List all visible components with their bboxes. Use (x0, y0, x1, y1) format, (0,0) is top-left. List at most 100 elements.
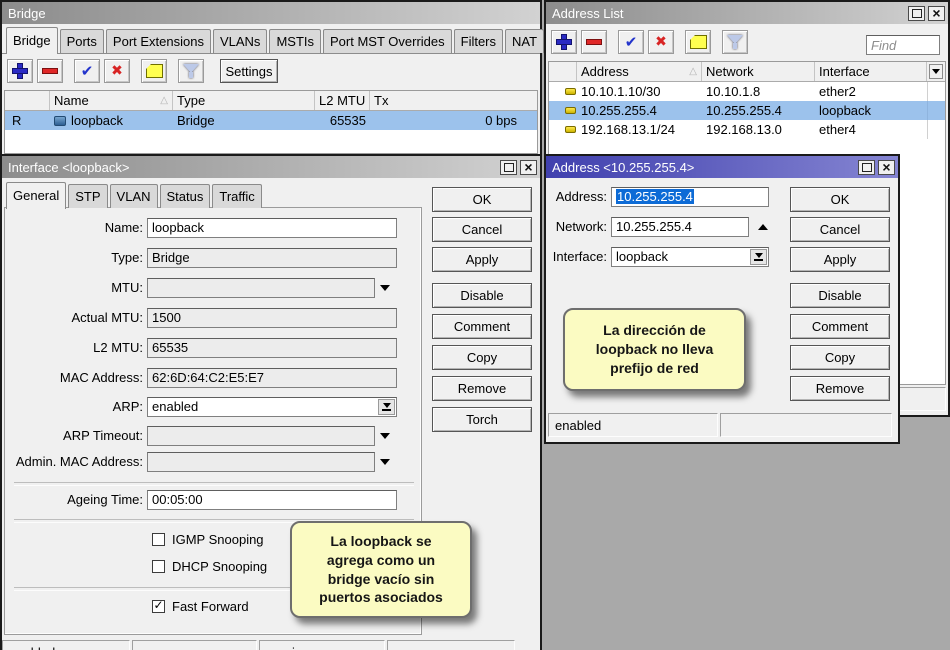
column-tx[interactable]: Tx (370, 91, 537, 110)
remove-button[interactable] (581, 30, 607, 54)
enable-button[interactable]: ✔ (618, 30, 644, 54)
column-address[interactable]: Address△ (577, 62, 702, 81)
cancel-button[interactable]: Cancel (432, 217, 532, 242)
filter-button[interactable] (722, 30, 748, 54)
filter-icon (727, 35, 743, 49)
tab-bridge[interactable]: Bridge (6, 27, 58, 54)
column-dropdown-button[interactable] (929, 64, 943, 79)
tab-port-extensions[interactable]: Port Extensions (106, 29, 211, 53)
column-interface[interactable]: Interface (815, 62, 927, 81)
comment-button[interactable]: Comment (432, 314, 532, 339)
column-type[interactable]: Type (173, 91, 315, 110)
add-button[interactable] (7, 59, 33, 83)
address-list-titlebar[interactable]: Address List × (546, 2, 948, 24)
row-l2mtu: 65535 (315, 111, 370, 130)
address-dialog-titlebar[interactable]: Address <10.255.255.4> × (546, 156, 898, 178)
interface-dialog-titlebar[interactable]: Interface <loopback> × (2, 156, 540, 178)
disable-button[interactable]: Disable (790, 283, 890, 308)
network-field[interactable]: 10.255.255.4 (611, 217, 749, 237)
comment-button[interactable] (141, 59, 167, 83)
copy-button[interactable]: Copy (432, 345, 532, 370)
maximize-icon (912, 9, 922, 18)
maximize-button[interactable] (500, 160, 517, 175)
comment-button[interactable]: Comment (790, 314, 890, 339)
bridge-window-titlebar[interactable]: Bridge (2, 2, 540, 24)
sort-asc-icon: △ (689, 66, 697, 77)
torch-button[interactable]: Torch (432, 407, 532, 432)
status-segment: enabled (2, 640, 130, 650)
disable-button[interactable]: Disable (432, 283, 532, 308)
table-row[interactable]: 10.10.1.10/30 10.10.1.8 ether2 (549, 82, 945, 101)
tab-nat[interactable]: NAT (505, 29, 544, 53)
close-icon: × (932, 6, 940, 20)
row-type: Bridge (173, 111, 315, 130)
row-tx: 0 bps (370, 111, 537, 130)
comment-button[interactable] (685, 30, 711, 54)
column-flags[interactable] (549, 62, 577, 81)
column-name[interactable]: Name△ (50, 91, 173, 110)
disable-button[interactable]: ✖ (648, 30, 674, 54)
row-network: 10.255.255.4 (702, 101, 815, 120)
interface-tab-bar: General STP VLAN Status Traffic (2, 178, 540, 208)
tab-filters[interactable]: Filters (454, 29, 503, 53)
column-flags[interactable] (5, 91, 50, 110)
maximize-button[interactable] (858, 160, 875, 175)
row-flags (549, 101, 577, 120)
column-label: Name (54, 93, 89, 108)
table-row[interactable]: 192.168.13.1/24 192.168.13.0 ether4 (549, 120, 945, 139)
tab-mstis[interactable]: MSTIs (269, 29, 321, 53)
settings-button[interactable]: Settings (220, 59, 278, 83)
add-icon (557, 35, 571, 49)
tab-ports[interactable]: Ports (60, 29, 104, 53)
add-button[interactable] (551, 30, 577, 54)
row-end (927, 82, 945, 101)
copy-button[interactable]: Copy (790, 345, 890, 370)
column-network[interactable]: Network (702, 62, 815, 81)
enable-button[interactable]: ✔ (74, 59, 100, 83)
address-field[interactable]: 10.255.255.4 (611, 187, 769, 207)
enable-icon: ✔ (81, 64, 94, 79)
tab-general[interactable]: General (6, 182, 66, 209)
disable-button[interactable]: ✖ (104, 59, 130, 83)
remove-button[interactable]: Remove (432, 376, 532, 401)
tab-status[interactable]: Status (160, 184, 211, 208)
network-label: Network: (546, 217, 607, 237)
apply-button[interactable]: Apply (432, 247, 532, 272)
remove-button[interactable] (37, 59, 63, 83)
address-dialog: Address <10.255.255.4> × Address: 10.255… (544, 154, 900, 444)
row-end (927, 101, 945, 120)
chevron-down-icon (755, 253, 763, 258)
maximize-button[interactable] (908, 6, 925, 21)
close-button[interactable]: × (878, 160, 895, 175)
address-item-icon (565, 88, 576, 95)
disable-icon: ✖ (655, 35, 667, 49)
disable-icon: ✖ (111, 64, 123, 78)
close-button[interactable]: × (520, 160, 537, 175)
column-label: Interface (819, 64, 870, 79)
apply-button[interactable]: Apply (790, 247, 890, 272)
combo-dropdown-button[interactable] (750, 249, 767, 265)
tab-vlan[interactable]: VLAN (110, 184, 158, 208)
remove-button[interactable]: Remove (790, 376, 890, 401)
row-end (927, 120, 945, 139)
cancel-button[interactable]: Cancel (790, 217, 890, 242)
filter-button[interactable] (178, 59, 204, 83)
remove-icon (43, 69, 57, 73)
tab-vlans[interactable]: VLANs (213, 29, 267, 53)
tab-port-mst-overrides[interactable]: Port MST Overrides (323, 29, 452, 53)
window-title: Bridge (8, 6, 537, 21)
tab-traffic[interactable]: Traffic (212, 184, 261, 208)
close-button[interactable]: × (928, 6, 945, 21)
up-arrow-icon[interactable] (758, 224, 768, 230)
tab-stp[interactable]: STP (68, 184, 107, 208)
ok-button[interactable]: OK (790, 187, 890, 212)
row-flags: R (5, 111, 50, 130)
status-segment (132, 640, 257, 650)
interface-field[interactable]: loopback (611, 247, 769, 267)
find-input[interactable] (866, 35, 940, 55)
table-row[interactable]: 10.255.255.4 10.255.255.4 loopback (549, 101, 945, 120)
column-l2mtu[interactable]: L2 MTU (315, 91, 370, 110)
row-network: 10.10.1.8 (702, 82, 815, 101)
status-segment: enabled (548, 413, 718, 437)
table-row[interactable]: R loopback Bridge 65535 0 bps (5, 111, 537, 130)
